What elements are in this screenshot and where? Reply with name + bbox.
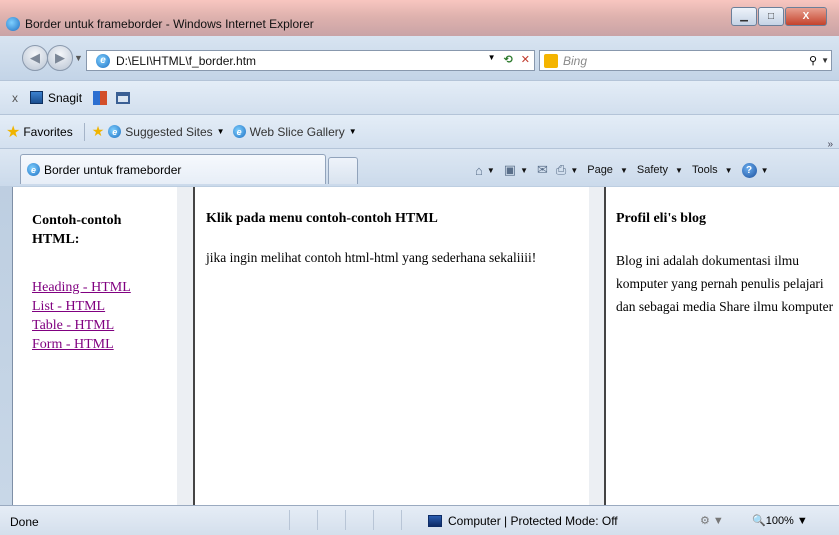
- bing-icon: [544, 53, 558, 68]
- search-icon[interactable]: ⚲: [809, 54, 817, 67]
- feeds-icon[interactable]: ▣: [504, 162, 516, 178]
- chevron-down-icon[interactable]: ▼: [725, 166, 733, 175]
- status-cell: [346, 510, 374, 530]
- status-text: Done: [10, 515, 39, 529]
- tools-menu[interactable]: Tools: [692, 164, 718, 176]
- close-toolbar-icon[interactable]: x: [12, 91, 18, 105]
- page-content: Contoh-contoh HTML: Heading - HTML List …: [12, 187, 839, 505]
- menu-links: Heading - HTML List - HTML Table - HTML …: [32, 278, 131, 354]
- window-title: Border untuk frameborder - Windows Inter…: [25, 17, 314, 31]
- status-cell: [262, 510, 290, 530]
- middle-heading: Klik pada menu contoh-contoh HTML: [206, 211, 438, 226]
- favorites-button[interactable]: Favorites: [23, 125, 72, 139]
- left-frame: Contoh-contoh HTML: Heading - HTML List …: [13, 187, 177, 505]
- status-cells: [262, 510, 402, 530]
- search-options-dropdown[interactable]: ▼: [821, 56, 829, 65]
- navigation-bar: ◀ ▶ ▼ e D:\ELI\HTML\f_border.htm ▼ ⟲ ✕ B…: [0, 36, 839, 80]
- mail-icon[interactable]: ✉: [537, 162, 548, 178]
- chevron-down-icon[interactable]: ▼: [761, 166, 769, 175]
- safety-menu[interactable]: Safety: [637, 164, 668, 176]
- left-frame-scroll-area: [177, 187, 193, 505]
- chevron-down-icon[interactable]: ▼: [217, 127, 225, 136]
- middle-frame: Klik pada menu contoh-contoh HTML jika i…: [194, 187, 589, 505]
- status-cell: [290, 510, 318, 530]
- snagit-icon[interactable]: [30, 91, 43, 104]
- favorites-star-icon[interactable]: ★: [6, 122, 20, 142]
- search-input[interactable]: Bing: [563, 54, 587, 68]
- zoom-level[interactable]: 🔍100% ▼: [752, 514, 808, 527]
- page-icon: e: [96, 53, 110, 68]
- status-cell: [374, 510, 402, 530]
- address-input[interactable]: D:\ELI\HTML\f_border.htm: [116, 54, 256, 68]
- protected-mode-icon[interactable]: ⚙ ▼: [700, 514, 724, 527]
- command-bar: ⌂ ▼ ▣ ▼ ✉ ⎙ ▼ Page ▼ Safety ▼ Tools ▼ ? …: [475, 162, 778, 178]
- forward-button[interactable]: ▶: [47, 45, 73, 71]
- stop-icon[interactable]: ✕: [521, 53, 530, 66]
- profile-heading: Profil eli's blog: [616, 211, 706, 226]
- ie-logo-icon: [6, 17, 20, 31]
- suggested-sites-icon: e: [108, 125, 122, 138]
- snagit-toolbar: x Snagit: [0, 80, 839, 114]
- chevron-down-icon[interactable]: ▼: [349, 127, 357, 136]
- tab-label: Border untuk frameborder: [44, 162, 182, 177]
- close-button[interactable]: X: [785, 7, 827, 26]
- zone-text: Computer | Protected Mode: Off: [448, 514, 618, 528]
- computer-zone-icon: [428, 515, 442, 527]
- status-bar: Done Computer | Protected Mode: Off ⚙ ▼ …: [0, 505, 839, 535]
- search-box[interactable]: Bing ⚲ ▼: [539, 50, 832, 71]
- menu-heading: Contoh-contoh HTML:: [32, 213, 122, 247]
- address-bar[interactable]: e D:\ELI\HTML\f_border.htm ▼ ⟲ ✕: [86, 50, 535, 71]
- web-slice-icon: e: [232, 125, 246, 138]
- recent-pages-dropdown[interactable]: ▼: [74, 53, 83, 63]
- separator: [83, 122, 85, 141]
- link-form-html[interactable]: Form - HTML: [32, 335, 131, 354]
- middle-text: jika ingin melihat contoh html-html yang…: [206, 250, 537, 265]
- security-zone[interactable]: Computer | Protected Mode: Off: [428, 514, 618, 528]
- help-icon[interactable]: ?: [741, 162, 757, 178]
- chevron-down-icon[interactable]: ▼: [520, 166, 528, 175]
- title-bar: Border untuk frameborder - Windows Inter…: [0, 0, 839, 36]
- print-icon[interactable]: ⎙: [556, 162, 566, 178]
- chevron-down-icon[interactable]: ▼: [675, 166, 683, 175]
- new-tab-button[interactable]: [328, 157, 358, 184]
- back-button[interactable]: ◀: [22, 45, 48, 71]
- chevron-down-icon[interactable]: ▼: [487, 166, 495, 175]
- link-heading-html[interactable]: Heading - HTML: [32, 278, 131, 297]
- zoom-text: 100%: [765, 515, 794, 527]
- middle-frame-scroll-area: [589, 187, 604, 505]
- address-dropdown-icon[interactable]: ▼: [488, 53, 496, 66]
- snagit-button[interactable]: Snagit: [48, 91, 82, 105]
- favorites-bar: ★ Favorites ★ e Suggested Sites ▼ e Web …: [0, 114, 839, 148]
- chevron-down-icon[interactable]: ▼: [620, 166, 628, 175]
- refresh-icon[interactable]: ⟲: [504, 53, 513, 66]
- suggested-sites-link[interactable]: Suggested Sites: [125, 125, 212, 139]
- browser-window: Border untuk frameborder - Windows Inter…: [0, 0, 839, 535]
- web-slice-gallery-link[interactable]: Web Slice Gallery: [250, 125, 345, 139]
- link-list-html[interactable]: List - HTML: [32, 297, 131, 316]
- address-controls: ▼ ⟲ ✕: [488, 53, 530, 66]
- page-menu[interactable]: Page: [587, 164, 613, 176]
- snagit-capture-icon[interactable]: [93, 90, 108, 105]
- tab-bar: e Border untuk frameborder ⌂ ▼ ▣ ▼ ✉ ⎙ ▼…: [0, 148, 839, 186]
- chevron-down-icon[interactable]: ▼: [570, 166, 578, 175]
- home-icon[interactable]: ⌂: [475, 163, 483, 178]
- window-controls: ▁ □ X: [730, 7, 827, 27]
- snagit-window-icon[interactable]: [116, 91, 131, 104]
- toolbar-overflow-icon[interactable]: »: [827, 139, 833, 150]
- right-frame: Profil eli's blog Blog ini adalah dokume…: [606, 187, 839, 505]
- tab-border-untuk-frameborder[interactable]: e Border untuk frameborder: [20, 154, 326, 184]
- link-table-html[interactable]: Table - HTML: [32, 316, 131, 335]
- minimize-button[interactable]: ▁: [731, 7, 757, 26]
- status-cell: [318, 510, 346, 530]
- profile-text: Blog ini adalah dokumentasi ilmu kompute…: [616, 253, 834, 314]
- tab-page-icon: e: [27, 163, 40, 176]
- maximize-button[interactable]: □: [758, 7, 784, 26]
- add-to-favorites-icon[interactable]: ★: [92, 123, 105, 140]
